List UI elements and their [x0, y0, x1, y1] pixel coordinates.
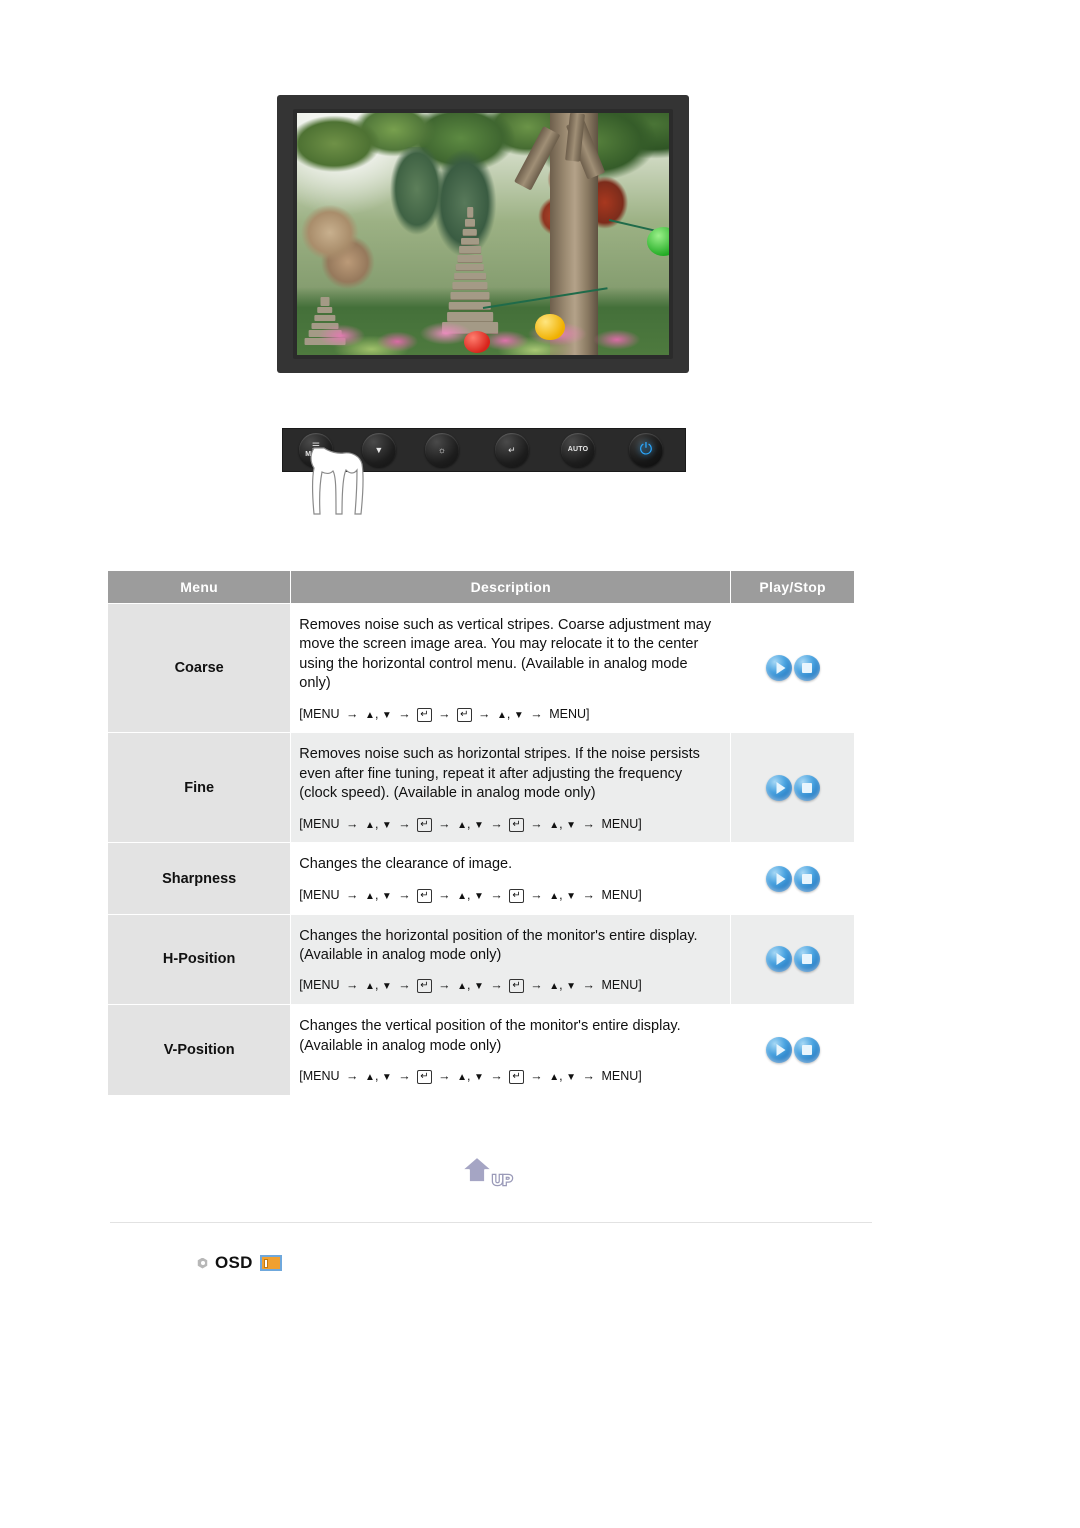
- row-description-cell: Changes the clearance of image. [MENU → …: [290, 842, 732, 915]
- row-menu-name: H-Position: [106, 913, 292, 1006]
- column-header-playstop: Play/Stop: [730, 570, 855, 604]
- table-row: H-Position Changes the horizontal positi…: [106, 913, 855, 1006]
- row-key-sequence: [MENU → ▲, ▼ → ↵ → ▲, ▼ → ↵ → ▲, ▼ → MEN…: [299, 887, 642, 903]
- osd-display-icon: [259, 1255, 282, 1271]
- up-arrow-icon: [461, 1156, 493, 1183]
- auto-button[interactable]: AUTO: [561, 433, 595, 467]
- row-key-sequence: [MENU → ▲, ▼ → ↵ → ▲, ▼ → ↵ → ▲, ▼ → MEN…: [299, 816, 642, 832]
- row-description-cell: Changes the horizontal position of the m…: [290, 913, 732, 1006]
- row-playstop-cell: [730, 842, 855, 915]
- chevron-down-icon: ▼: [374, 444, 384, 455]
- stop-button[interactable]: [793, 865, 820, 892]
- play-button[interactable]: [765, 655, 792, 682]
- power-button[interactable]: ⏻: [629, 433, 663, 467]
- stop-button[interactable]: [793, 774, 820, 801]
- row-description-text: Removes noise such as horizontal stripes…: [299, 746, 700, 802]
- scene-left-shrub: [297, 204, 379, 297]
- play-button[interactable]: [765, 1037, 792, 1064]
- row-description-cell: Removes noise such as vertical stripes. …: [290, 602, 732, 734]
- play-button[interactable]: [765, 865, 792, 892]
- scene-lantern-yellow: [535, 313, 565, 341]
- stop-button[interactable]: [793, 655, 820, 682]
- monitor-screen: [297, 113, 669, 355]
- row-key-sequence: [MENU → ▲, ▼ → ↵ → ↵ → ▲, ▼ → MENU]: [299, 706, 590, 722]
- monitor-illustration: [277, 95, 689, 373]
- play-button[interactable]: [765, 774, 792, 801]
- menu-button-label: MENU: [305, 450, 327, 458]
- enter-button[interactable]: ↵: [495, 433, 529, 467]
- row-menu-name: V-Position: [106, 1004, 292, 1096]
- row-menu-name: Coarse: [106, 602, 292, 734]
- row-menu-name: Fine: [106, 732, 292, 844]
- enter-key-icon: ↵: [508, 444, 516, 455]
- auto-button-label: AUTO: [567, 446, 589, 453]
- up-button-label: UP: [491, 1171, 514, 1191]
- table-row: Coarse Removes noise such as vertical st…: [106, 602, 855, 734]
- osd-heading-label: OSD: [215, 1253, 253, 1272]
- row-playstop-cell: [730, 1004, 855, 1096]
- column-header-description: Description: [290, 570, 732, 604]
- down-button[interactable]: ▼: [362, 433, 396, 467]
- row-description-text: Changes the clearance of image.: [299, 856, 513, 873]
- table-row: Fine Removes noise such as horizontal st…: [106, 732, 855, 844]
- row-key-sequence: [MENU → ▲, ▼ → ↵ → ▲, ▼ → ↵ → ▲, ▼ → MEN…: [299, 1069, 642, 1085]
- row-description-cell: Removes noise such as horizontal stripes…: [290, 732, 732, 844]
- row-key-sequence: [MENU → ▲, ▼ → ↵ → ▲, ▼ → ↵ → ▲, ▼ → MEN…: [299, 978, 642, 994]
- scroll-to-top-button[interactable]: UP: [460, 1155, 514, 1191]
- row-playstop-cell: [730, 602, 855, 734]
- power-icon: ⏻: [639, 441, 653, 458]
- row-description-text: Changes the vertical position of the mon…: [299, 1018, 681, 1054]
- row-menu-name: Sharpness: [106, 842, 292, 915]
- monitor-control-panel: ☰ MENU ▼ ☼ ↵ AUTO ⏻: [282, 428, 686, 472]
- row-playstop-cell: [730, 913, 855, 1006]
- menu-bars-icon: ☰: [311, 440, 321, 451]
- row-playstop-cell: [730, 732, 855, 844]
- stop-button[interactable]: [793, 946, 820, 973]
- column-header-menu: Menu: [106, 570, 292, 604]
- brightness-sun-icon: ☼: [437, 444, 447, 455]
- section-divider: [110, 1222, 872, 1223]
- osd-section-heading: OSD: [197, 1253, 282, 1273]
- table-body: Coarse Removes noise such as vertical st…: [106, 602, 855, 1096]
- table-row: Sharpness Changes the clearance of image…: [106, 842, 855, 915]
- brightness-button[interactable]: ☼: [425, 433, 459, 467]
- osd-settings-table: Menu Description Play/Stop Coarse Remove…: [106, 570, 855, 1096]
- table-header-row: Menu Description Play/Stop: [106, 570, 855, 604]
- bullet-hexagon-icon: [197, 1257, 208, 1269]
- stop-button[interactable]: [793, 1037, 820, 1064]
- row-description-text: Removes noise such as vertical stripes. …: [299, 617, 712, 692]
- play-button[interactable]: [765, 946, 792, 973]
- row-description-cell: Changes the vertical position of the mon…: [290, 1004, 732, 1096]
- table-row: V-Position Changes the vertical position…: [106, 1004, 855, 1096]
- monitor-bezel-inner: [293, 109, 673, 359]
- row-description-text: Changes the horizontal position of the m…: [299, 927, 698, 964]
- scene-lantern-red: [464, 330, 491, 353]
- menu-button[interactable]: ☰ MENU: [299, 433, 333, 467]
